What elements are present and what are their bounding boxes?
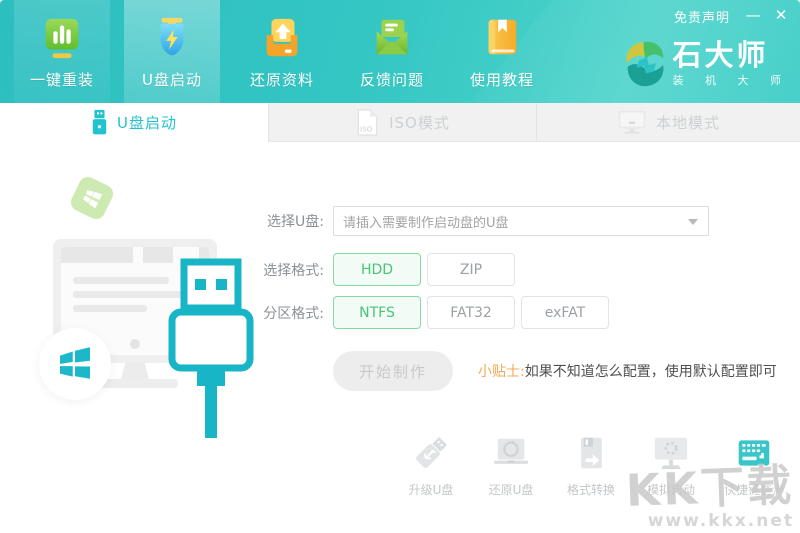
toolbar-item-label: 反馈问题 bbox=[359, 70, 424, 89]
main-toolbar: 一键重装 U盘启动 还原资料 反馈问题 使用教程 bbox=[14, 0, 550, 103]
partition-select-row: 分区格式: NTFS FAT32 exFAT bbox=[0, 296, 800, 329]
app-window: 一键重装 U盘启动 还原资料 反馈问题 使用教程 免责声明 — ✕ 石大师 装 … bbox=[0, 0, 800, 533]
format-option-zip[interactable]: ZIP bbox=[427, 253, 515, 286]
utility-hotkey-query[interactable]: 快捷键查询 bbox=[711, 434, 797, 498]
utility-restore-usb[interactable]: 还原U盘 bbox=[471, 434, 551, 498]
utility-toolbar: 升级U盘 还原U盘 格式转换 模拟启动 快捷键查询 bbox=[391, 434, 797, 498]
toolbar-item-tutorial[interactable]: 使用教程 bbox=[454, 0, 550, 103]
toolbar-item-label: U盘启动 bbox=[142, 70, 202, 89]
restore-tray-icon bbox=[266, 18, 298, 56]
usb-select-placeholder: 请插入需要制作启动盘的U盘 bbox=[343, 215, 509, 231]
utility-label: 格式转换 bbox=[566, 483, 615, 497]
usb-restore-icon bbox=[493, 438, 529, 464]
hotkey-query-icon bbox=[738, 440, 770, 466]
partition-option-exfat[interactable]: exFAT bbox=[521, 296, 609, 329]
utility-upgrade-usb[interactable]: 升级U盘 bbox=[391, 434, 471, 498]
svg-text:ISO: ISO bbox=[360, 124, 373, 133]
brand-logo: 石大师 装 机 大 师 bbox=[623, 40, 791, 88]
iso-file-icon: ISO bbox=[357, 108, 378, 136]
toolbar-item-restore-data[interactable]: 还原资料 bbox=[234, 0, 330, 103]
mode-tabs: U盘启动 ISO ISO模式 本地模式 bbox=[0, 103, 800, 142]
partition-option-fat32[interactable]: FAT32 bbox=[427, 296, 515, 329]
utility-label: 模拟启动 bbox=[646, 483, 695, 497]
brand-text: 石大师 装 机 大 师 bbox=[673, 40, 791, 88]
chevron-down-icon bbox=[688, 219, 698, 225]
partition-select-label: 分区格式: bbox=[263, 305, 324, 322]
tip-text: 小贴士:如果不知道怎么配置，使用默认配置即可 bbox=[478, 364, 777, 380]
local-monitor-icon bbox=[618, 110, 646, 134]
toolbar-item-usb-boot[interactable]: U盘启动 bbox=[124, 0, 220, 103]
feedback-mail-icon bbox=[376, 19, 408, 54]
usb-select-label: 选择U盘: bbox=[267, 214, 324, 230]
tab-label: 本地模式 bbox=[655, 113, 720, 132]
disclaimer-link[interactable]: 免责声明 bbox=[674, 7, 730, 26]
tab-label: U盘启动 bbox=[117, 114, 177, 132]
close-button[interactable]: ✕ bbox=[770, 4, 792, 26]
brand-name: 石大师 bbox=[672, 38, 769, 72]
brand-mark-icon bbox=[625, 41, 663, 87]
minimize-button[interactable]: — bbox=[742, 4, 764, 26]
tutorial-book-icon bbox=[488, 19, 517, 54]
usb-upgrade-icon bbox=[416, 437, 447, 468]
utility-label: 快捷键查询 bbox=[723, 483, 784, 497]
toolbar-item-one-click-reinstall[interactable]: 一键重装 bbox=[14, 0, 110, 103]
usb-select-row: 选择U盘: 请插入需要制作启动盘的U盘 bbox=[0, 206, 800, 236]
utility-label: 还原U盘 bbox=[488, 483, 534, 497]
tab-label: ISO模式 bbox=[389, 113, 450, 132]
simulate-boot-icon bbox=[654, 437, 688, 470]
tab-iso-mode[interactable]: ISO ISO模式 bbox=[268, 103, 537, 142]
tab-local-mode[interactable]: 本地模式 bbox=[537, 103, 800, 142]
watermark-url: www.kkx.net bbox=[647, 511, 794, 531]
partition-option-ntfs[interactable]: NTFS bbox=[333, 296, 421, 329]
monitor-bars-icon bbox=[45, 18, 79, 58]
toolbar-item-label: 一键重装 bbox=[29, 70, 94, 89]
tab-usb-boot[interactable]: U盘启动 bbox=[0, 103, 268, 142]
utility-label: 升级U盘 bbox=[408, 483, 454, 497]
toolbar-item-label: 使用教程 bbox=[469, 70, 534, 89]
usb-shield-icon bbox=[160, 17, 184, 55]
utility-format-convert[interactable]: 格式转换 bbox=[551, 434, 631, 498]
toolbar-item-feedback[interactable]: 反馈问题 bbox=[344, 0, 440, 103]
tip-prefix: 小贴士: bbox=[478, 364, 525, 380]
main-content: 选择U盘: 请插入需要制作启动盘的U盘 选择格式: HDD ZIP 分区格式: … bbox=[0, 142, 800, 533]
format-select-row: 选择格式: HDD ZIP bbox=[0, 253, 800, 286]
usb-select-dropdown[interactable]: 请插入需要制作启动盘的U盘 bbox=[333, 206, 709, 236]
format-select-label: 选择格式: bbox=[263, 262, 324, 279]
start-make-button[interactable]: 开始制作 bbox=[333, 351, 453, 391]
format-convert-icon bbox=[581, 437, 602, 469]
toolbar-item-label: 还原资料 bbox=[249, 70, 314, 89]
titlebar: 一键重装 U盘启动 还原资料 反馈问题 使用教程 免责声明 — ✕ 石大师 装 … bbox=[0, 0, 800, 103]
brand-subtitle: 装 机 大 师 bbox=[672, 74, 790, 87]
format-option-hdd[interactable]: HDD bbox=[333, 253, 421, 286]
utility-simulate-boot[interactable]: 模拟启动 bbox=[631, 434, 711, 498]
usb-drive-icon bbox=[92, 109, 107, 135]
start-row: 开始制作 小贴士:如果不知道怎么配置，使用默认配置即可 bbox=[0, 351, 800, 391]
